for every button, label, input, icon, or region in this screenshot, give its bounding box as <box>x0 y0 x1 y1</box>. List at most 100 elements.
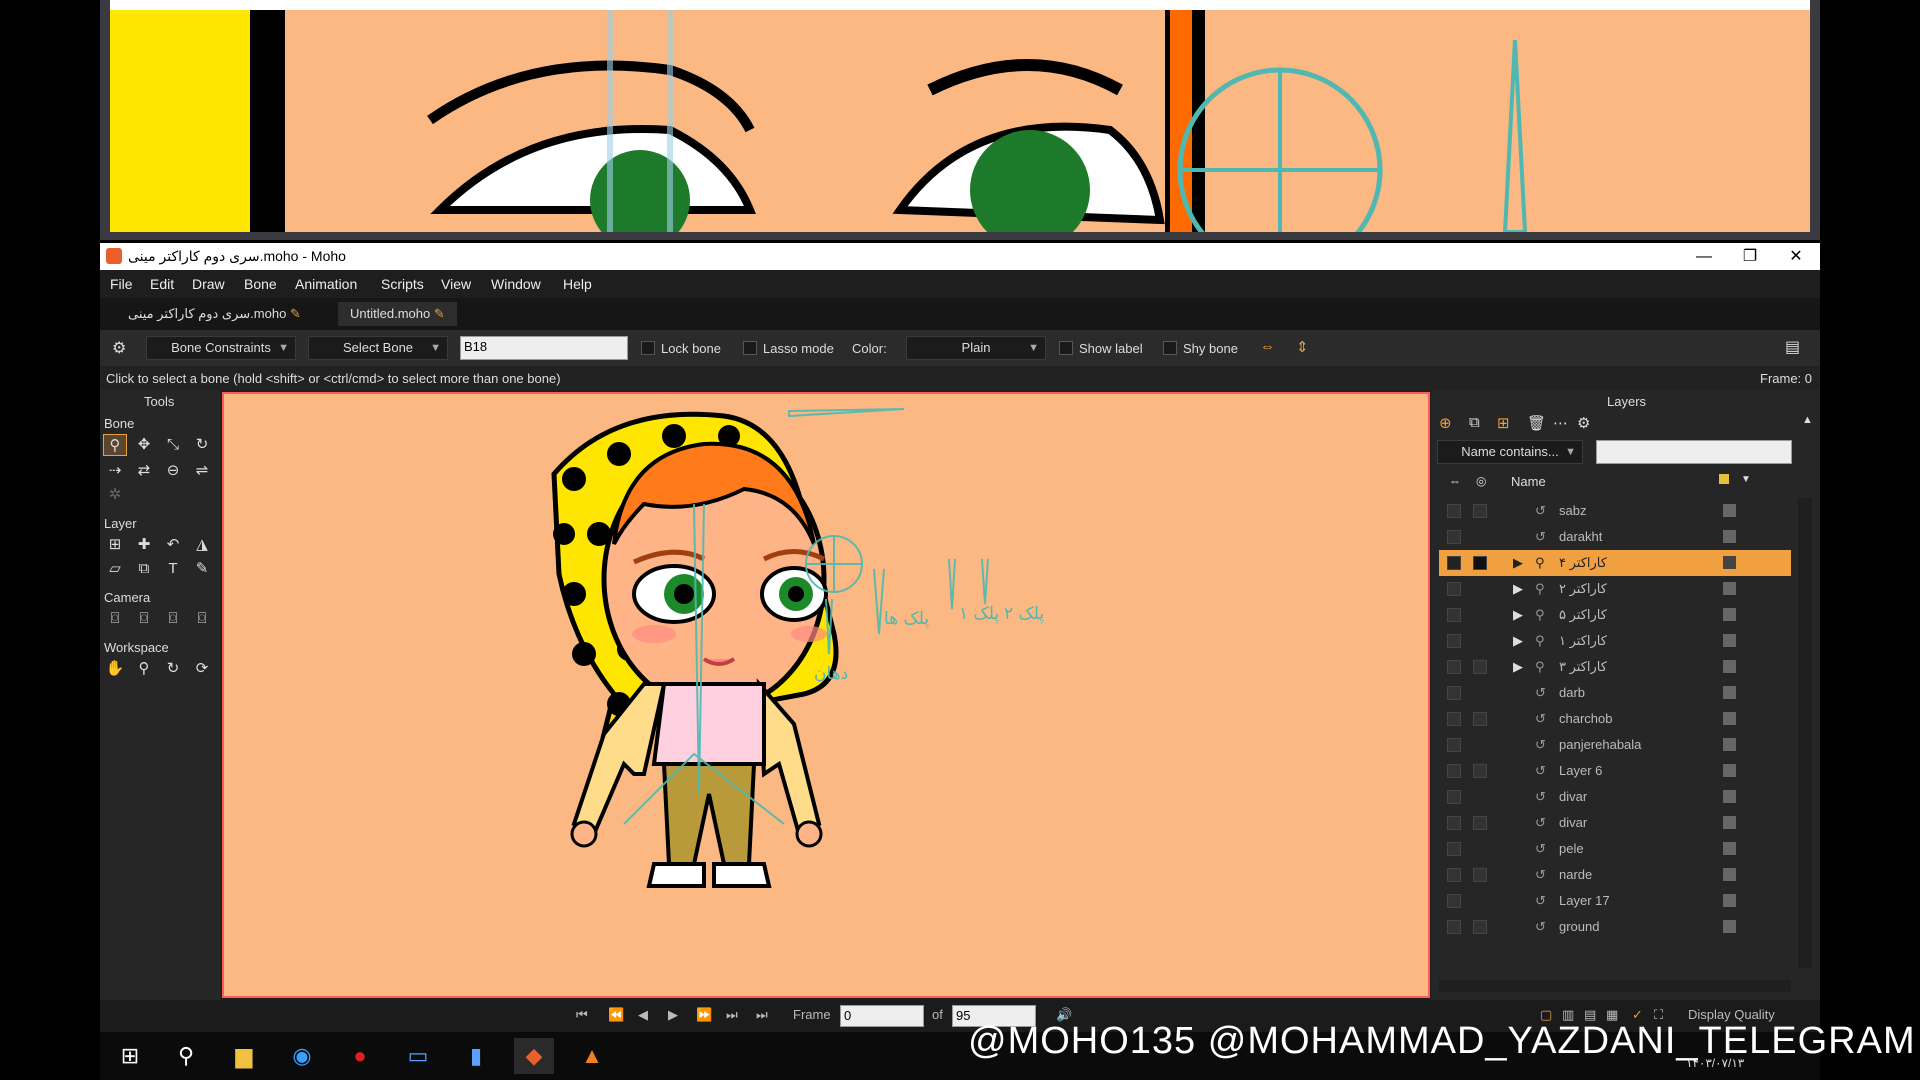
flip-horizontal-icon[interactable]: ⇔ <box>1260 338 1275 355</box>
layer-row[interactable]: ↺ Layer 6 <box>1439 758 1791 784</box>
select-bone-tool-icon[interactable]: ⚲ <box>103 434 127 456</box>
particle-tool-icon[interactable]: ⧉ <box>132 558 156 580</box>
play-icon[interactable]: ▶ <box>668 1007 678 1023</box>
flip-vertical-icon[interactable]: ⇕ <box>1296 338 1309 356</box>
rotate-bone-tool-icon[interactable]: ↻ <box>190 434 214 456</box>
menu-view[interactable]: View <box>441 276 471 292</box>
expand-arrow-icon[interactable]: ▶ <box>1513 628 1523 654</box>
group-layer-icon[interactable]: ⊞ <box>1497 414 1510 432</box>
layer-row[interactable]: ↺ charchob <box>1439 706 1791 732</box>
layer-row[interactable]: ↺ darb <box>1439 680 1791 706</box>
text-tool-icon[interactable]: T <box>161 558 185 580</box>
rotate-layer-tool-icon[interactable]: ↶ <box>161 534 185 556</box>
layer-row[interactable]: ↺ sabz <box>1439 498 1791 524</box>
layer-row[interactable]: ↺ divar <box>1439 810 1791 836</box>
minimize-button[interactable]: — <box>1681 243 1727 270</box>
layer-name-column[interactable]: Name <box>1511 474 1546 489</box>
bone-name-input[interactable]: B18 <box>460 336 628 360</box>
menu-bone[interactable]: Bone <box>244 276 277 292</box>
lock-bone-checkbox[interactable] <box>641 341 655 355</box>
moho-taskbar-icon[interactable]: ◆ <box>514 1038 554 1074</box>
book-icon[interactable]: ▤ <box>1785 337 1800 357</box>
app-icon[interactable]: ▮ <box>456 1038 496 1074</box>
collapse-panel-icon[interactable]: ▲ <box>1802 414 1813 426</box>
bind-layer-tool-icon[interactable]: ✲ <box>103 484 127 506</box>
set-origin-tool-icon[interactable]: ⊞ <box>103 534 127 556</box>
expand-arrow-icon[interactable]: ▶ <box>1513 602 1523 628</box>
stage[interactable]: پلک ها پلک ۱ پلک ۲ دهان <box>222 392 1430 998</box>
menu-file[interactable]: File <box>110 276 133 292</box>
vlc-icon[interactable]: ▲ <box>572 1038 612 1074</box>
orbit-workspace-icon[interactable]: ⟳ <box>190 658 214 680</box>
new-layer-icon[interactable]: ⊕ <box>1439 414 1452 432</box>
layer-row-selected[interactable]: ▶ ⚲ کاراکتر ۴ <box>1439 550 1791 576</box>
step-forward-icon[interactable]: ⏩ <box>696 1007 712 1023</box>
menu-edit[interactable]: Edit <box>150 276 174 292</box>
shear-layer-tool-icon[interactable]: ◮ <box>190 534 214 556</box>
hand-icon[interactable]: ✋ <box>103 658 127 680</box>
record-icon[interactable]: ● <box>340 1038 380 1074</box>
switch-layer-tool-icon[interactable]: ▱ <box>103 558 127 580</box>
file-explorer-icon[interactable]: ▆ <box>224 1038 264 1074</box>
layer-row[interactable]: ↺ pele <box>1439 836 1791 862</box>
eyedropper-icon[interactable]: ✎ <box>190 558 214 580</box>
layer-row[interactable]: ▶ ⚲ کاراکتر ۳ <box>1439 654 1791 680</box>
layer-row[interactable]: ↺ panjerehabala <box>1439 732 1791 758</box>
menu-window[interactable]: Window <box>491 276 541 292</box>
layer-row[interactable]: ↺ Layer 17 <box>1439 888 1791 914</box>
expand-arrow-icon[interactable]: ▶ <box>1513 550 1523 576</box>
camera-roll-icon[interactable]: ⌼ <box>161 608 185 630</box>
duplicate-layer-icon[interactable]: ⧉ <box>1469 414 1480 431</box>
edge-browser-icon[interactable]: ◉ <box>282 1038 322 1074</box>
tab-document-1[interactable]: سری دوم کاراکتر مینی.moho ✎ <box>116 302 313 326</box>
camera-track-icon[interactable]: ⌼ <box>103 608 127 630</box>
layer-settings-icon[interactable]: ⚙ <box>1577 414 1590 432</box>
layer-row[interactable]: ↺ narde <box>1439 862 1791 888</box>
fast-forward-icon[interactable]: ⏭ <box>756 1007 768 1023</box>
more-options-icon[interactable]: ⋯ <box>1553 414 1568 432</box>
zoom-icon[interactable]: ⚲ <box>132 658 156 680</box>
layer-filter-dropdown[interactable]: Name contains... ▼ <box>1437 440 1583 464</box>
frame-input[interactable]: 0 <box>840 1005 924 1027</box>
layer-filter-input[interactable] <box>1596 440 1792 464</box>
messenger-icon[interactable]: ▭ <box>398 1038 438 1074</box>
transform-layer-tool-icon[interactable]: ✚ <box>132 534 156 556</box>
menu-help[interactable]: Help <box>563 276 592 292</box>
camera-zoom-icon[interactable]: ⌼ <box>132 608 156 630</box>
translate-bone-tool-icon[interactable]: ✥ <box>132 434 156 456</box>
chevron-down-icon[interactable]: ▼ <box>1741 474 1751 485</box>
tab-document-2[interactable]: Untitled.moho ✎ <box>338 302 457 326</box>
prev-keyframe-icon[interactable]: ⏪ <box>608 1007 624 1023</box>
layer-row[interactable]: ↺ ground <box>1439 914 1791 940</box>
layer-row[interactable]: ▶ ⚲ کاراکتر ۲ <box>1439 576 1791 602</box>
manipulate-bones-tool-icon[interactable]: ⇌ <box>190 460 214 482</box>
layer-row[interactable]: ↺ divar <box>1439 784 1791 810</box>
add-bone-tool-icon[interactable]: ⇢ <box>103 460 127 482</box>
next-keyframe-icon[interactable]: ⏭ <box>726 1007 738 1023</box>
lasso-mode-checkbox[interactable] <box>743 341 757 355</box>
menu-scripts[interactable]: Scripts <box>381 276 424 292</box>
step-back-icon[interactable]: ◀ <box>638 1007 648 1023</box>
windows-start-icon[interactable]: ⊞ <box>110 1038 150 1074</box>
bone-constraints-dropdown[interactable]: Bone Constraints ▼ <box>146 336 296 360</box>
bone-color-dropdown[interactable]: Plain ▼ <box>906 336 1046 360</box>
trash-icon[interactable]: 🗑 <box>1527 414 1546 432</box>
layers-scrollbar[interactable] <box>1798 498 1812 968</box>
menu-draw[interactable]: Draw <box>192 276 225 292</box>
rotate-workspace-icon[interactable]: ↻ <box>161 658 185 680</box>
bone-strength-tool-icon[interactable]: ⊖ <box>161 460 185 482</box>
rewind-icon[interactable]: ⏮ <box>576 1007 588 1023</box>
reparent-bone-tool-icon[interactable]: ⇄ <box>132 460 156 482</box>
expand-arrow-icon[interactable]: ▶ <box>1513 576 1523 602</box>
search-icon[interactable]: ⚲ <box>166 1038 206 1074</box>
expand-arrow-icon[interactable]: ▶ <box>1513 654 1523 680</box>
menu-animation[interactable]: Animation <box>295 276 357 292</box>
scale-bone-tool-icon[interactable]: ⤡ <box>161 434 185 456</box>
layer-row[interactable]: ↺ darakht <box>1439 524 1791 550</box>
camera-pan-tilt-icon[interactable]: ⌼ <box>190 608 214 630</box>
show-label-checkbox[interactable] <box>1059 341 1073 355</box>
layer-row[interactable]: ▶ ⚲ کاراکتر ۵ <box>1439 602 1791 628</box>
select-bone-dropdown[interactable]: Select Bone ▼ <box>308 336 448 360</box>
shy-bone-checkbox[interactable] <box>1163 341 1177 355</box>
close-button[interactable]: ✕ <box>1773 243 1819 270</box>
